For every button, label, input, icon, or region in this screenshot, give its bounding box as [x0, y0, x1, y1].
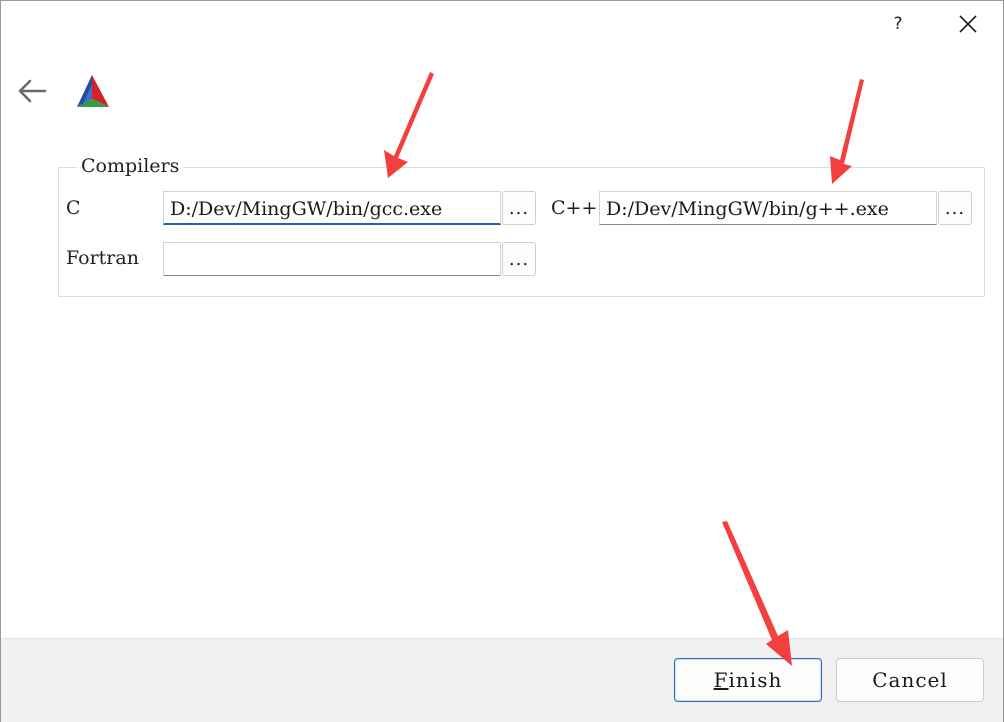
close-button[interactable] — [951, 9, 985, 39]
cpp-compiler-browse-button[interactable]: ... — [938, 191, 972, 225]
fortran-compiler-browse-button[interactable]: ... — [502, 242, 536, 276]
dialog-window: ? Compilers C D:/Dev/MingGW/bin/gcc.exe … — [0, 0, 1004, 722]
compilers-group — [58, 167, 985, 297]
cancel-button[interactable]: Cancel — [836, 658, 984, 702]
back-button[interactable] — [15, 75, 49, 107]
finish-button[interactable]: Finish — [674, 658, 822, 702]
fortran-compiler-label: Fortran — [66, 247, 139, 269]
finish-mnemonic: F — [713, 668, 729, 692]
fortran-compiler-input[interactable] — [163, 242, 501, 276]
back-arrow-icon — [18, 79, 47, 103]
close-icon — [959, 15, 977, 33]
compilers-group-title: Compilers — [77, 155, 184, 177]
help-button[interactable]: ? — [881, 9, 915, 39]
cmake-logo-icon — [77, 75, 109, 107]
cpp-compiler-input[interactable]: D:/Dev/MingGW/bin/g++.exe — [599, 191, 937, 225]
cpp-compiler-label: C++ — [551, 197, 598, 219]
c-compiler-label: C — [66, 197, 81, 219]
c-compiler-browse-button[interactable]: ... — [502, 191, 536, 225]
cmake-logo — [75, 74, 111, 110]
finish-label: inish — [728, 668, 783, 692]
c-compiler-input[interactable]: D:/Dev/MingGW/bin/gcc.exe — [163, 191, 501, 225]
